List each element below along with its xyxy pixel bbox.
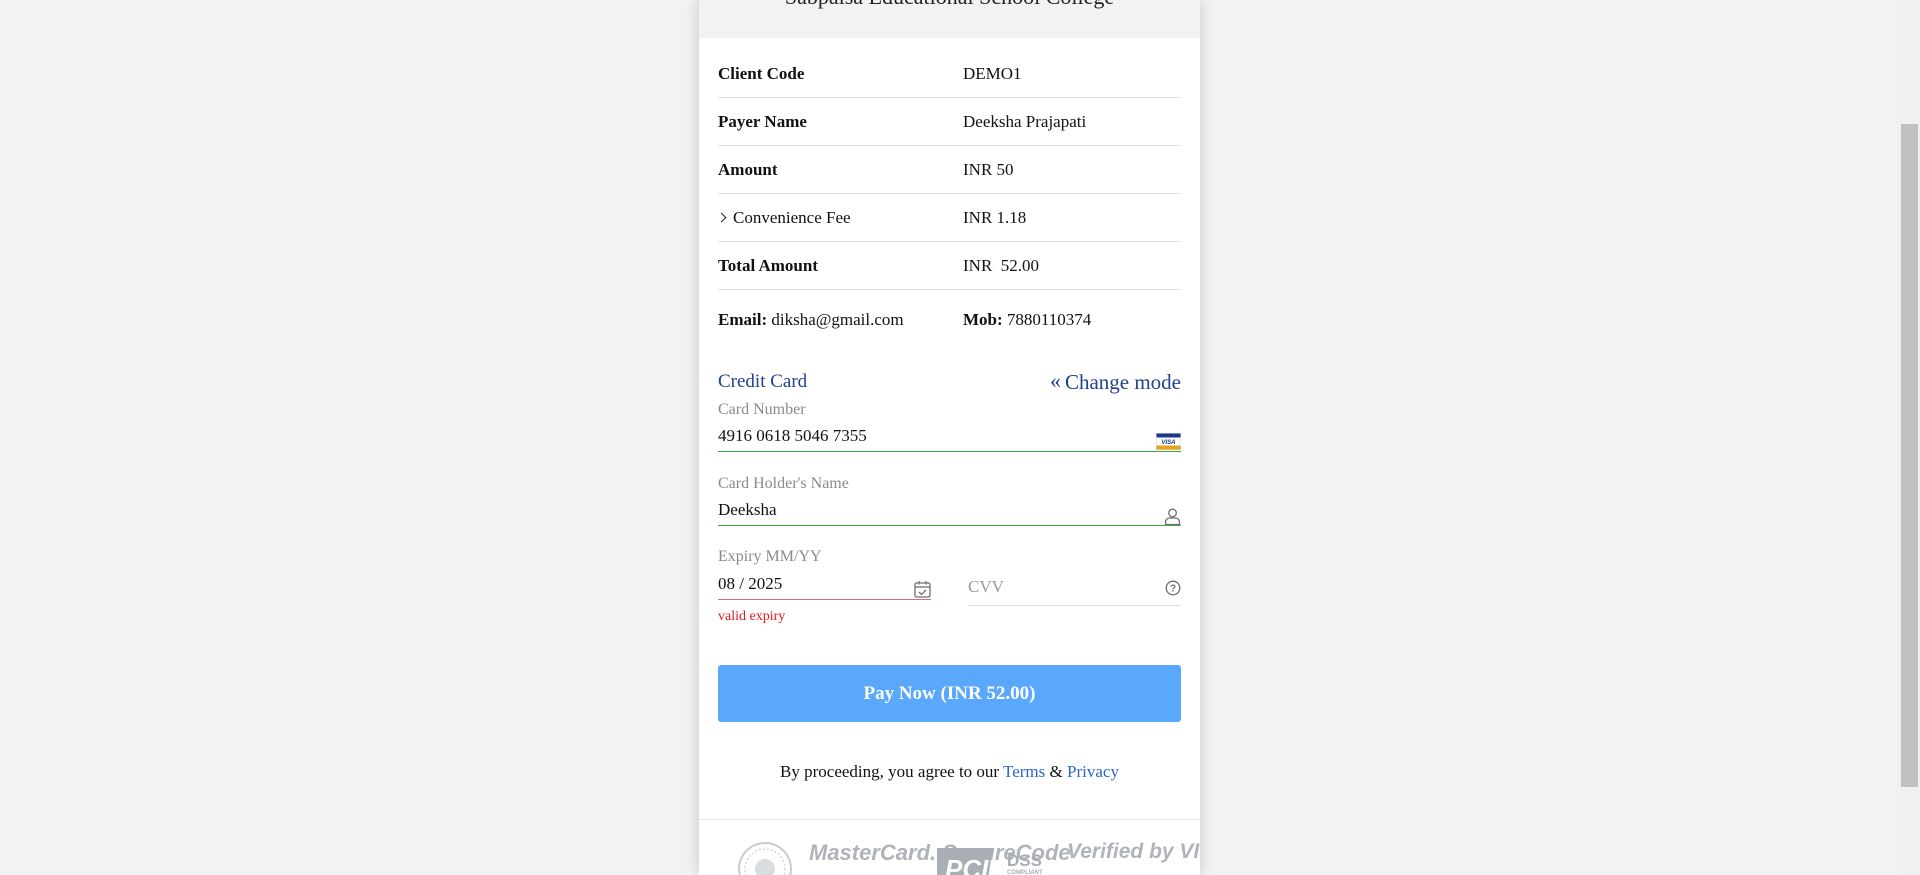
change-mode-label: Change mode bbox=[1064, 370, 1181, 394]
mobile-value: 7880110374 bbox=[1006, 310, 1092, 329]
expiry-input[interactable] bbox=[718, 568, 931, 600]
convenience-fee-toggle[interactable]: Convenience Fee bbox=[716, 208, 851, 228]
terms-link[interactable]: Terms bbox=[1003, 762, 1045, 781]
cvv-input[interactable] bbox=[968, 568, 1181, 606]
footer-divider bbox=[699, 819, 1200, 820]
vertical-scrollbar[interactable] bbox=[1899, 0, 1920, 875]
payment-details-table: Client Code DEMO1 Payer Name Deeksha Pra… bbox=[716, 50, 1181, 290]
email-info: Email: diksha@gmail.com bbox=[718, 310, 904, 330]
email-value: diksha@gmail.com bbox=[771, 310, 904, 329]
svg-text:COMPLIANT: COMPLIANT bbox=[1007, 870, 1043, 875]
header: Sabpaisa Educational School College bbox=[699, 0, 1200, 38]
detail-row-amount: Amount INR 50 bbox=[718, 146, 1181, 194]
page-title: Sabpaisa Educational School College bbox=[699, 0, 1200, 10]
visa-card-icon: VISA bbox=[1155, 432, 1182, 455]
detail-value: Deeksha Prajapati bbox=[963, 112, 1087, 131]
calendar-check-icon[interactable] bbox=[914, 580, 931, 603]
payment-mode-title: Credit Card bbox=[718, 371, 808, 392]
mobile-info: Mob: 7880110374 bbox=[963, 310, 1091, 330]
detail-row-client-code: Client Code DEMO1 bbox=[718, 50, 1181, 98]
payment-card: Sabpaisa Educational School College Clie… bbox=[699, 0, 1200, 875]
svg-text:PCI: PCI bbox=[945, 854, 989, 875]
scrollbar-thumb[interactable] bbox=[1901, 124, 1918, 787]
card-holder-group: Card Holder's Name bbox=[718, 475, 1181, 533]
verified-by-visa-logo: Verified by VISA bbox=[1067, 840, 1200, 863]
svg-text:DSS: DSS bbox=[1007, 851, 1042, 870]
emblem-seal-icon bbox=[737, 841, 793, 875]
help-icon[interactable]: ? bbox=[1165, 580, 1181, 601]
detail-row-total-amount: Total Amount INR 52.00 bbox=[718, 242, 1181, 290]
mobile-label: Mob: bbox=[963, 310, 1003, 329]
detail-value: DEMO1 bbox=[963, 64, 1022, 83]
security-logos: MasterCard. SecureCode PCI DSS COMPLIANT… bbox=[699, 836, 1200, 875]
detail-label: Total Amount bbox=[718, 256, 818, 275]
detail-label: Payer Name bbox=[718, 112, 807, 131]
pay-now-button[interactable]: Pay Now (INR 52.00) bbox=[718, 665, 1181, 722]
privacy-link[interactable]: Privacy bbox=[1067, 762, 1119, 781]
detail-value: INR 52.00 bbox=[963, 256, 1040, 275]
pci-dss-logo: PCI DSS COMPLIANT bbox=[935, 844, 1055, 875]
detail-label: Client Code bbox=[718, 64, 805, 83]
svg-text:VISA: VISA bbox=[1161, 440, 1175, 446]
payment-mode-row: Credit Card «Change mode bbox=[718, 368, 1181, 397]
detail-value: INR 1.18 bbox=[963, 208, 1027, 227]
contact-info: Email: diksha@gmail.com Mob: 7880110374 bbox=[718, 310, 1181, 334]
chevron-right-icon bbox=[716, 212, 727, 223]
terms-text: By proceeding, you agree to our Terms & … bbox=[699, 762, 1200, 782]
user-icon bbox=[1164, 507, 1181, 531]
detail-value: INR 50 bbox=[963, 160, 1014, 179]
card-number-group: Card Number VISA bbox=[718, 401, 1182, 459]
expiry-error-message: valid expiry bbox=[718, 609, 786, 624]
svg-text:?: ? bbox=[1170, 584, 1176, 595]
detail-label: Convenience Fee bbox=[733, 208, 851, 227]
terms-prefix: By proceeding, you agree to our bbox=[780, 762, 1004, 781]
detail-row-convenience-fee[interactable]: Convenience Fee INR 1.18 bbox=[716, 194, 1181, 242]
expiry-label: Expiry MM/YY bbox=[718, 548, 822, 565]
card-number-input[interactable] bbox=[718, 421, 1181, 452]
page: Sabpaisa Educational School College Clie… bbox=[0, 0, 1920, 875]
card-holder-label: Card Holder's Name bbox=[718, 475, 849, 492]
detail-row-payer-name: Payer Name Deeksha Prajapati bbox=[718, 98, 1181, 146]
change-mode-link[interactable]: «Change mode bbox=[1049, 368, 1181, 395]
card-holder-input[interactable] bbox=[718, 495, 1181, 526]
email-label: Email: bbox=[718, 310, 768, 329]
double-chevron-left-icon: « bbox=[1049, 368, 1061, 393]
detail-label: Amount bbox=[718, 160, 778, 179]
terms-amp: & bbox=[1045, 762, 1068, 781]
card-number-label: Card Number bbox=[718, 401, 806, 418]
